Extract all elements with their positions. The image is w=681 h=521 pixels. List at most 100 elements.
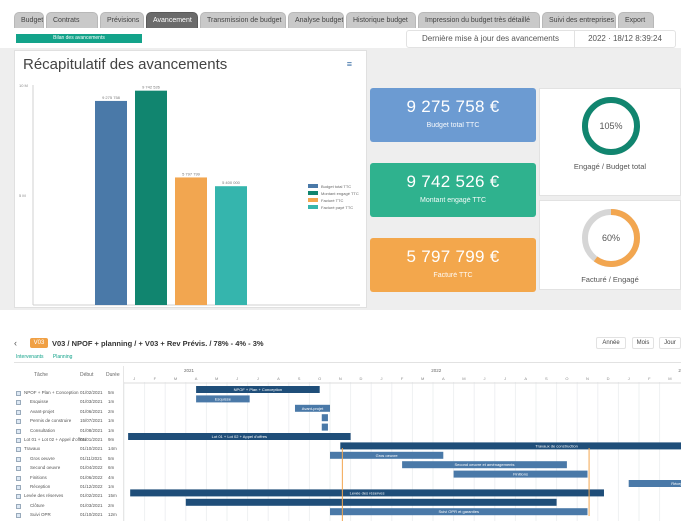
- task-name: Travaux: [24, 446, 41, 452]
- y-tick-label: 10 M: [19, 83, 28, 88]
- row-checkbox[interactable]: [16, 494, 21, 500]
- view-year-button[interactable]: Année: [596, 337, 626, 349]
- tab-contrats[interactable]: Contrats: [46, 12, 98, 28]
- bar-data-label: 5 797 799: [182, 171, 201, 176]
- task-duration: 9m: [108, 437, 115, 442]
- back-arrow-icon[interactable]: ‹: [14, 338, 17, 348]
- legend-label: Facturé payé TTC: [321, 205, 353, 210]
- bar-data-label: 9 275 758: [102, 95, 121, 100]
- ring-card-engage-budget: 105% Engagé / Budget total: [539, 88, 681, 196]
- gantt-bar: [340, 442, 681, 450]
- row-checkbox[interactable]: [16, 466, 21, 472]
- row-checkbox[interactable]: [16, 503, 21, 509]
- ring-percent: 105%: [599, 121, 623, 131]
- task-duration: 5m: [108, 390, 115, 395]
- ring-percent: 60%: [601, 233, 620, 243]
- last-update-box: Dernière mise à jour des avancements 202…: [406, 30, 676, 48]
- task-name: Finitions: [30, 474, 47, 480]
- kpi-montant-engage: 9 742 526 € Montant engagé TTC: [370, 163, 536, 217]
- task-name: Gros oeuvre: [30, 455, 55, 461]
- bar-2: [135, 90, 167, 305]
- tab-budget[interactable]: Budget: [14, 12, 44, 28]
- subtab-planning[interactable]: Planning: [53, 354, 72, 360]
- task-duration: 5m: [108, 455, 115, 461]
- progress-bar-chart: 10 M 5 M 9 275 758 9 742 526 5 797 799 5 400 …: [19, 83, 360, 306]
- row-checkbox[interactable]: [16, 438, 21, 443]
- timeline-month-label: J: [257, 376, 259, 381]
- view-day-button[interactable]: Jour: [659, 337, 681, 349]
- tab-analyse-budget[interactable]: Analyse budget: [288, 12, 344, 28]
- ring-caption: Engagé / Budget total: [573, 162, 647, 171]
- task-duration: 4m: [108, 474, 115, 480]
- timeline-month-label: M: [174, 376, 177, 381]
- task-duration: 1m: [108, 399, 115, 405]
- task-start: 01/11/2021: [80, 455, 103, 461]
- row-checkbox[interactable]: [16, 400, 21, 406]
- row-checkbox[interactable]: [16, 419, 21, 425]
- timeline-month-label: N: [586, 376, 589, 381]
- task-name: Second oeuvre: [30, 465, 61, 471]
- tab-avancement[interactable]: Avancement: [146, 12, 198, 28]
- timeline-month-label: M: [215, 376, 218, 381]
- gantt-bar-label: Suivi OPR et garanties: [439, 509, 479, 514]
- bar-1: [95, 100, 127, 305]
- task-start: 01/01/2021: [80, 437, 103, 442]
- timeline-month-label: S: [298, 376, 301, 381]
- gantt-task-row[interactable]: Suivi OPR 01/10/2021 12m: [14, 510, 124, 521]
- timeline-month-label: O: [318, 376, 321, 381]
- timeline-month-label: F: [154, 376, 157, 381]
- gantt-bar-label: Avant-projet: [302, 406, 324, 411]
- row-checkbox[interactable]: [16, 485, 21, 490]
- subtab-intervenants[interactable]: Intervenants: [16, 354, 44, 360]
- task-name: Clôture: [30, 502, 45, 508]
- row-checkbox[interactable]: [16, 475, 21, 481]
- task-duration: 1m: [108, 484, 115, 489]
- row-checkbox[interactable]: [16, 391, 21, 396]
- timeline-month-label: F: [401, 376, 404, 381]
- row-checkbox[interactable]: [16, 409, 21, 415]
- task-duration: 15m: [108, 493, 117, 499]
- task-name: Réception: [30, 484, 51, 489]
- gantt-bar-label: Second oeuvre et aménagements: [454, 462, 514, 467]
- row-checkbox[interactable]: [16, 513, 21, 519]
- project-title: V03 / NPOF + planning / + V03 + Rev Prév…: [52, 339, 264, 348]
- chart-menu-icon[interactable]: ≡: [347, 59, 352, 69]
- tab-impression-du-budget-tr-s-d-taill-[interactable]: Impression du budget très détaillé: [418, 12, 540, 28]
- y-tick-label: 5 M: [19, 193, 26, 198]
- tab-export[interactable]: Export: [618, 12, 654, 28]
- timeline-month-label: F: [648, 376, 651, 381]
- tab-pr-visions[interactable]: Prévisions: [100, 12, 144, 28]
- timeline-month-label: J: [628, 376, 630, 381]
- kpi-label: Budget total TTC: [426, 122, 480, 129]
- row-checkbox[interactable]: [16, 456, 21, 462]
- timeline-month-label: D: [607, 376, 610, 381]
- gantt-subtabs: Intervenants Planning: [16, 354, 80, 360]
- timeline-month-label: J: [484, 376, 486, 381]
- task-name: Avant-projet: [30, 408, 55, 414]
- task-start: 01/03/2021: [80, 502, 103, 508]
- task-start: 01/10/2021: [80, 512, 103, 518]
- last-update-label: Dernière mise à jour des avancements: [407, 31, 575, 47]
- gantt-bar-label: Réception: [671, 481, 681, 486]
- gantt-header: ‹ V03 V03 / NPOF + planning / + V03 + Re…: [14, 337, 681, 350]
- legend-swatch: [308, 191, 318, 195]
- row-checkbox[interactable]: [16, 428, 21, 434]
- tab-suivi-des-entreprises[interactable]: Suivi des entreprises: [542, 12, 616, 28]
- task-name: NPOF + Plan + Conception: [24, 390, 79, 395]
- section-pill[interactable]: Bilan des avancements: [16, 34, 142, 43]
- chart-title: Récapitulatif des avancements: [23, 56, 228, 73]
- project-badge: V03: [30, 338, 48, 348]
- tab-historique-budget[interactable]: Historique budget: [346, 12, 416, 28]
- task-start: 01/04/2022: [80, 465, 103, 471]
- legend-label: Facturé TTC: [321, 198, 343, 203]
- gantt-bar-label: Finitions: [513, 472, 528, 477]
- row-checkbox[interactable]: [16, 447, 21, 453]
- view-month-button[interactable]: Mois: [632, 337, 654, 349]
- timeline-month-label: J: [381, 376, 383, 381]
- gantt-bar: [185, 498, 557, 506]
- gantt-timeline: 202120222023JFMAMJJASONDJFMAMJJASONDJFMN…: [124, 368, 681, 521]
- gantt-bar-label: Gros oeuvre: [376, 453, 399, 458]
- task-start: 01/06/2021: [80, 408, 103, 414]
- tab-transmission-de-budget[interactable]: Transmission de budget: [200, 12, 286, 28]
- timeline-month-label: A: [195, 376, 198, 381]
